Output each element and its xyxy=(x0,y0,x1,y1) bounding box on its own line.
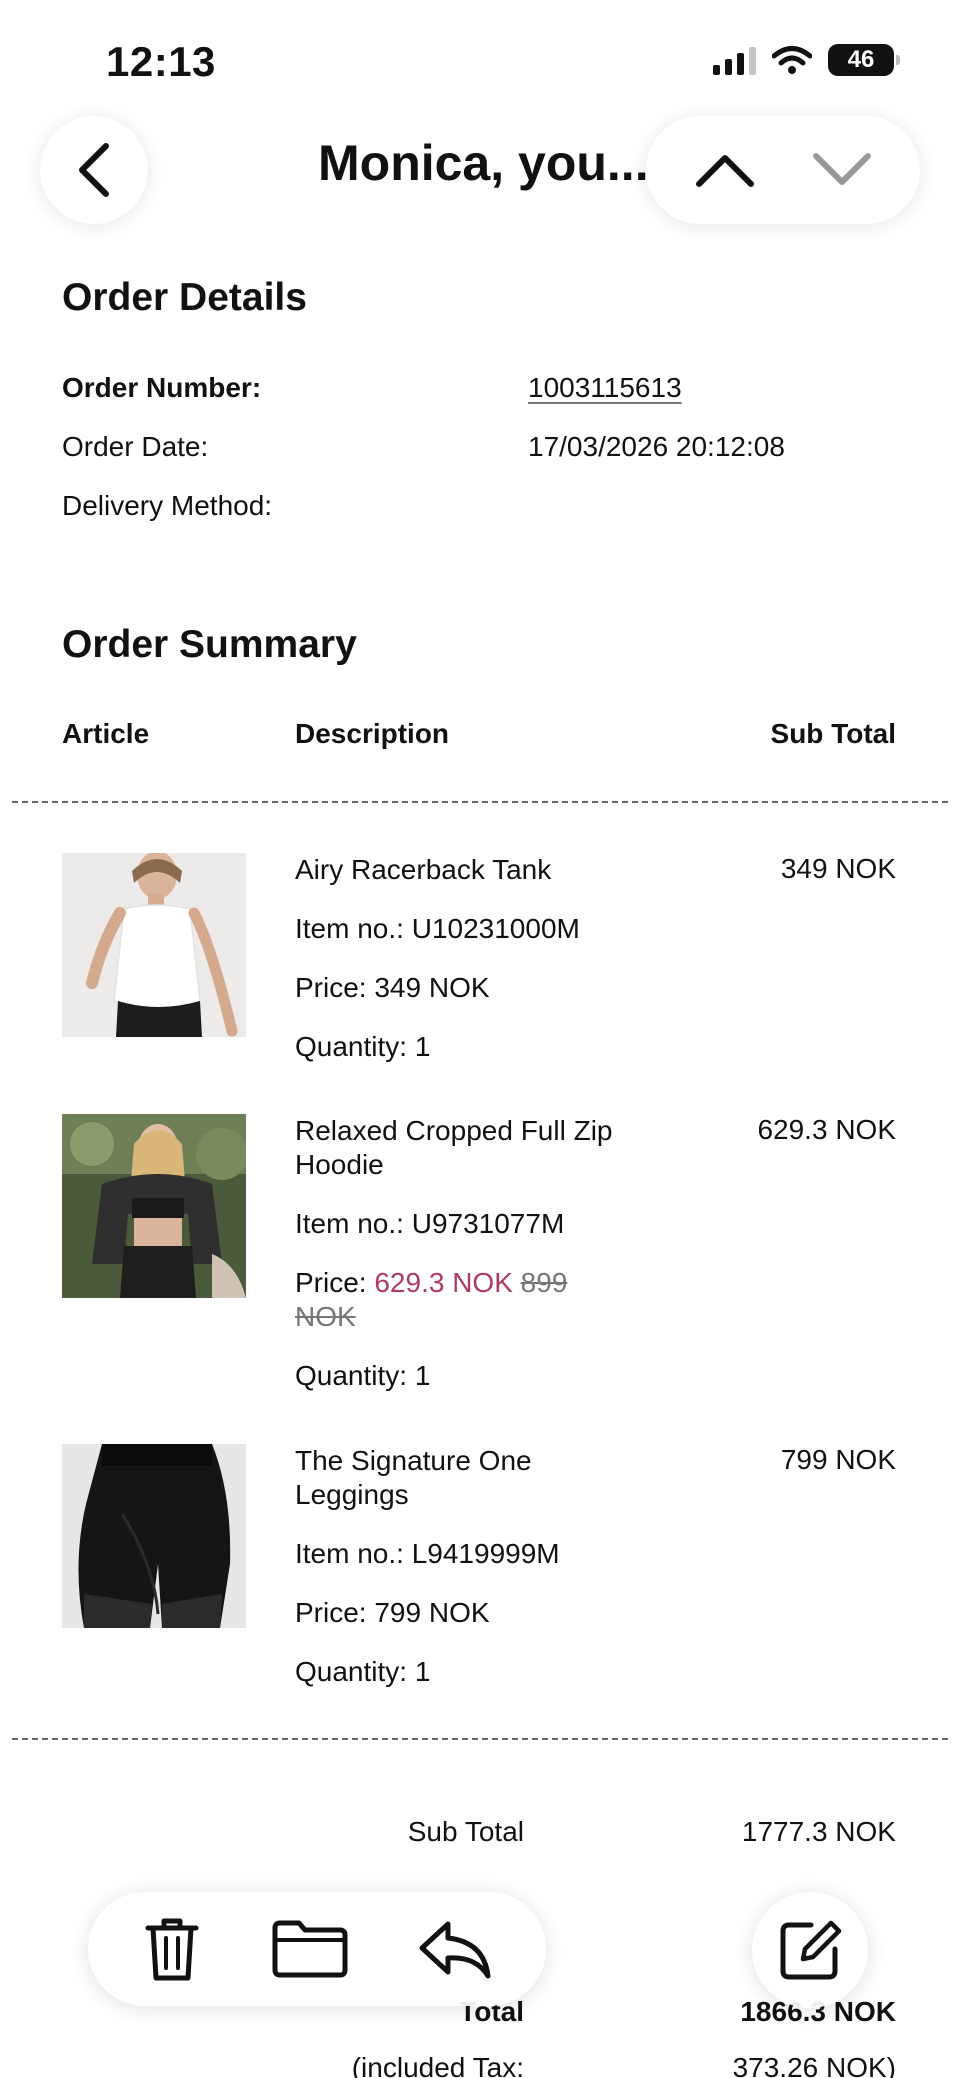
trash-icon xyxy=(145,1918,199,1981)
move-to-folder-button[interactable] xyxy=(271,1918,349,1980)
delete-button[interactable] xyxy=(142,1914,202,1984)
item-price: Price: 629.3 NOK 899 NOK xyxy=(295,1266,615,1334)
cellular-signal-icon xyxy=(713,45,756,75)
sub-total-label: Sub Total xyxy=(407,1816,524,1847)
item-sub-total: 799 NOK xyxy=(780,1444,896,1475)
wifi-icon xyxy=(772,46,812,74)
item-number: Item no.: L9419999M xyxy=(295,1538,560,1569)
chevron-down-icon xyxy=(812,153,871,185)
product-image-hoodie[interactable] xyxy=(62,1114,246,1298)
status-icons: 46 xyxy=(713,44,900,76)
divider xyxy=(12,1738,948,1740)
mail-actions-toolbar xyxy=(88,1892,546,2006)
sub-total-value: 1777.3 NOK xyxy=(741,1816,896,1847)
tax-label: (included Tax: xyxy=(351,2052,524,2078)
item-description: The Signature One Leggings Item no.: L94… xyxy=(295,1444,615,1689)
chevron-left-icon xyxy=(79,143,109,197)
item-sale-price: 629.3 NOK xyxy=(374,1267,513,1298)
item-price: Price: 349 NOK xyxy=(295,972,490,1003)
order-date-label: Order Date: xyxy=(62,431,209,462)
item-quantity: Quantity: 1 xyxy=(295,1360,431,1391)
reply-button[interactable] xyxy=(418,1918,492,1980)
order-summary-title: Order Summary xyxy=(62,623,357,666)
compose-icon xyxy=(780,1920,842,1980)
product-image-tank[interactable] xyxy=(62,853,246,1037)
item-number: Item no.: U10231000M xyxy=(295,913,580,944)
item-quantity: Quantity: 1 xyxy=(295,1031,431,1062)
column-header-article: Article xyxy=(62,718,150,749)
order-date-value: 17/03/2026 20:12:08 xyxy=(528,431,785,462)
order-number-link[interactable]: 1003115613 xyxy=(528,372,682,404)
item-price-label: Price: xyxy=(295,1267,367,1298)
next-message-button[interactable] xyxy=(810,150,874,190)
item-description: Relaxed Cropped Full Zip Hoodie Item no.… xyxy=(295,1114,615,1393)
message-navigation xyxy=(646,116,920,224)
item-description: Airy Racerback Tank Item no.: U10231000M… xyxy=(295,853,615,1064)
product-image-leggings[interactable] xyxy=(62,1444,246,1628)
back-button[interactable] xyxy=(40,116,148,224)
item-name[interactable]: The Signature One Leggings xyxy=(295,1444,615,1512)
item-name[interactable]: Airy Racerback Tank xyxy=(295,853,615,887)
folder-icon xyxy=(272,1920,348,1978)
order-number-label: Order Number: xyxy=(62,372,262,403)
reply-icon xyxy=(419,1921,491,1979)
battery-icon: 46 xyxy=(828,44,900,76)
item-sub-total: 349 NOK xyxy=(780,853,896,884)
delivery-method-label: Delivery Method: xyxy=(62,490,273,521)
item-price: Price: 799 NOK xyxy=(295,1597,490,1628)
item-quantity: Quantity: 1 xyxy=(295,1656,431,1687)
message-subject-title: Monica, you... xyxy=(318,135,649,191)
item-name[interactable]: Relaxed Cropped Full Zip Hoodie xyxy=(295,1114,615,1182)
previous-message-button[interactable] xyxy=(693,150,757,190)
compose-button[interactable] xyxy=(752,1892,868,2008)
item-sub-total: 629.3 NOK xyxy=(757,1114,896,1145)
divider xyxy=(12,801,948,803)
column-header-description: Description xyxy=(295,718,450,749)
status-time: 12:13 xyxy=(106,38,216,85)
column-header-sub-total: Sub Total xyxy=(770,718,896,749)
order-details-title: Order Details xyxy=(62,276,307,319)
tax-value: 373.26 NOK) xyxy=(732,2052,896,2078)
chevron-up-icon xyxy=(695,155,754,187)
item-number: Item no.: U9731077M xyxy=(295,1208,565,1239)
